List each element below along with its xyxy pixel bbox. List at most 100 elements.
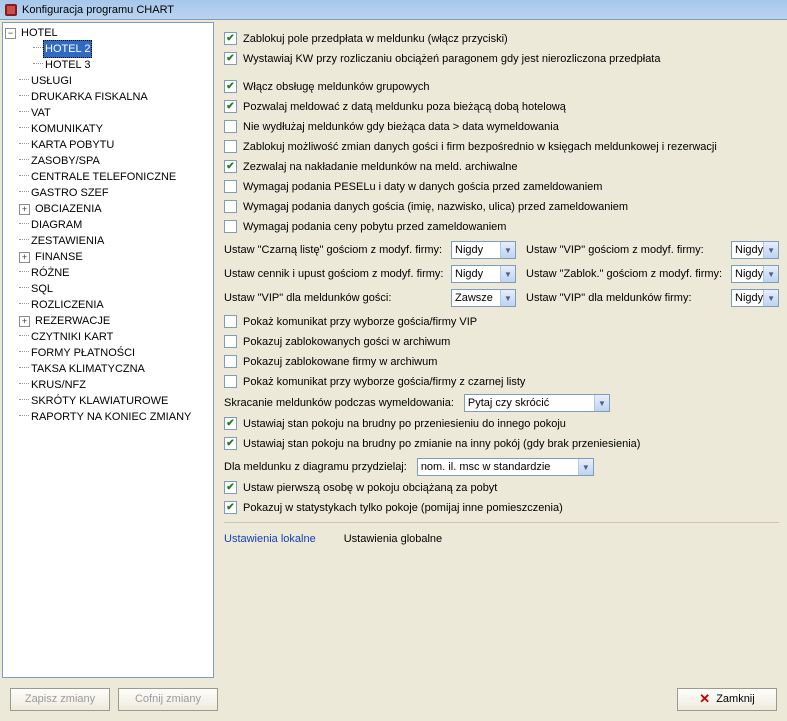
select-assign[interactable]: nom. il. msc w standardzie▼ [417,458,594,476]
label-shorten: Skracanie meldunków podczas wymeldowania… [224,397,454,409]
window-title: Konfiguracja programu CHART [22,4,174,16]
setting-label: Pokazuj zablokowanych gości w archiwum [243,336,450,348]
setting-label: Ustaw pierwszą osobę w pokoju obciążaną … [243,482,497,494]
checkbox[interactable] [224,437,237,450]
label: Ustaw "VIP" dla meldunków firmy: [520,292,727,304]
checkbox[interactable] [224,120,237,133]
select-blacklist-guest[interactable]: Nigdy▼ [451,241,516,259]
checkbox[interactable] [224,481,237,494]
tree-label: SKRÓTY KLAWIATUROWE [29,393,170,409]
chevron-down-icon: ▼ [500,266,515,282]
checkbox[interactable] [224,32,237,45]
setting-label: Pokazuj zablokowane firmy w archiwum [243,356,437,368]
select-shorten[interactable]: Pytaj czy skrócić▼ [464,394,610,412]
tree-item[interactable]: ROZLICZENIA [3,297,213,313]
setting-row: Wymagaj podania danych gościa (imię, naz… [224,198,779,215]
tree-label: VAT [29,105,53,121]
tree-label: USŁUGI [29,73,74,89]
tree-item[interactable]: DRUKARKA FISKALNA [3,89,213,105]
tree-item[interactable]: FORMY PŁATNOŚCI [3,345,213,361]
tree-label: KRUS/NFZ [29,377,88,393]
tree-item-hotel[interactable]: − HOTEL [3,25,213,41]
checkbox[interactable] [224,501,237,514]
close-button[interactable]: ✕ Zamknij [677,688,777,711]
checkbox[interactable] [224,80,237,93]
tree-item[interactable]: +FINANSE [3,249,213,265]
titlebar: Konfiguracja programu CHART [0,0,787,20]
label: Ustaw "VIP" dla meldunków gości: [224,292,447,304]
setting-label: Wymagaj podania danych gościa (imię, naz… [243,201,628,213]
checkbox[interactable] [224,417,237,430]
select-vip-checkin-firm[interactable]: Nigdy▼ [731,289,779,307]
setting-row: Pozwalaj meldować z datą meldunku poza b… [224,98,779,115]
tab-global-settings[interactable]: Ustawienia globalne [344,533,442,545]
checkbox[interactable] [224,220,237,233]
expand-icon[interactable]: + [19,316,30,327]
checkbox[interactable] [224,335,237,348]
setting-row: Włącz obsługę meldunków grupowych [224,78,779,95]
setting-row: Pokaż komunikat przy wyborze gościa/firm… [224,313,779,330]
tree-item[interactable]: DIAGRAM [3,217,213,233]
setting-row: Pokazuj w statystykach tylko pokoje (pom… [224,499,779,516]
undo-button[interactable]: Cofnij zmiany [118,688,218,711]
select-block-guest[interactable]: Nigdy▼ [731,265,779,283]
tree-item[interactable]: ZESTAWIENIA [3,233,213,249]
tree-item[interactable]: SKRÓTY KLAWIATUROWE [3,393,213,409]
expand-icon[interactable]: + [19,252,30,263]
tree-item[interactable]: KARTA POBYTU [3,137,213,153]
checkbox[interactable] [224,375,237,388]
tree-item[interactable]: CENTRALE TELEFONICZNE [3,169,213,185]
setting-row: Zablokuj możliwość zmian danych gości i … [224,138,779,155]
tree-label: GASTRO SZEF [29,185,111,201]
label: Ustaw "VIP" gościom z modyf. firmy: [520,244,727,256]
setting-row: Ustawiaj stan pokoju na brudny po przeni… [224,415,779,432]
tree-item[interactable]: USŁUGI [3,73,213,89]
expand-icon[interactable]: + [19,204,30,215]
tree-item[interactable]: GASTRO SZEF [3,185,213,201]
setting-label: Pokaż komunikat przy wyborze gościa/firm… [243,376,525,388]
tree-item[interactable]: TAKSA KLIMATYCZNA [3,361,213,377]
checkbox[interactable] [224,140,237,153]
tree-label: HOTEL [19,25,60,41]
setting-row: Nie wydłużaj meldunków gdy bieżąca data … [224,118,779,135]
tree-item[interactable]: CZYTNIKI KART [3,329,213,345]
tree-item[interactable]: +OBCIAZENIA [3,201,213,217]
tree-item[interactable]: +REZERWACJE [3,313,213,329]
select-pricelist-guest[interactable]: Nigdy▼ [451,265,516,283]
tree-item-hotel3[interactable]: HOTEL 3 [3,57,213,73]
tab-local-settings[interactable]: Ustawienia lokalne [224,533,316,545]
save-button[interactable]: Zapisz zmiany [10,688,110,711]
tree-label: OBCIAZENIA [33,201,104,217]
checkbox[interactable] [224,160,237,173]
checkbox[interactable] [224,180,237,193]
tree-item[interactable]: RÓŻNE [3,265,213,281]
app-icon [4,3,18,17]
checkbox[interactable] [224,200,237,213]
tree-item[interactable]: RAPORTY NA KONIEC ZMIANY [3,409,213,425]
collapse-icon[interactable]: − [5,28,16,39]
checkbox[interactable] [224,100,237,113]
select-vip-guest[interactable]: Nigdy▼ [731,241,779,259]
nav-tree[interactable]: − HOTEL HOTEL 2 HOTEL 3 USŁUGIDRUKARKA F… [2,22,214,678]
setting-row: Pokazuj zablokowane firmy w archiwum [224,353,779,370]
setting-row: Zezwalaj na nakładanie meldunków na meld… [224,158,779,175]
tree-label: KARTA POBYTU [29,137,116,153]
tree-item[interactable]: VAT [3,105,213,121]
setting-label: Zablokuj pole przedpłata w meldunku (włą… [243,33,508,45]
tree-item[interactable]: ZASOBY/SPA [3,153,213,169]
checkbox[interactable] [224,315,237,328]
tree-item-hotel2[interactable]: HOTEL 2 [3,41,213,57]
tree-item[interactable]: KRUS/NFZ [3,377,213,393]
setting-row: Ustaw pierwszą osobę w pokoju obciążaną … [224,479,779,496]
select-vip-checkin-guest[interactable]: Zawsze▼ [451,289,516,307]
setting-label: Nie wydłużaj meldunków gdy bieżąca data … [243,121,559,133]
setting-label: Pokaż komunikat przy wyborze gościa/firm… [243,316,477,328]
tree-item[interactable]: SQL [3,281,213,297]
label-assign: Dla meldunku z diagramu przydzielaj: [224,461,407,473]
checkbox[interactable] [224,355,237,368]
tree-item[interactable]: KOMUNIKATY [3,121,213,137]
label: Ustaw "Czarną listę" gościom z modyf. fi… [224,244,447,256]
tree-label: TAKSA KLIMATYCZNA [29,361,147,377]
tree-label: DIAGRAM [29,217,84,233]
checkbox[interactable] [224,52,237,65]
